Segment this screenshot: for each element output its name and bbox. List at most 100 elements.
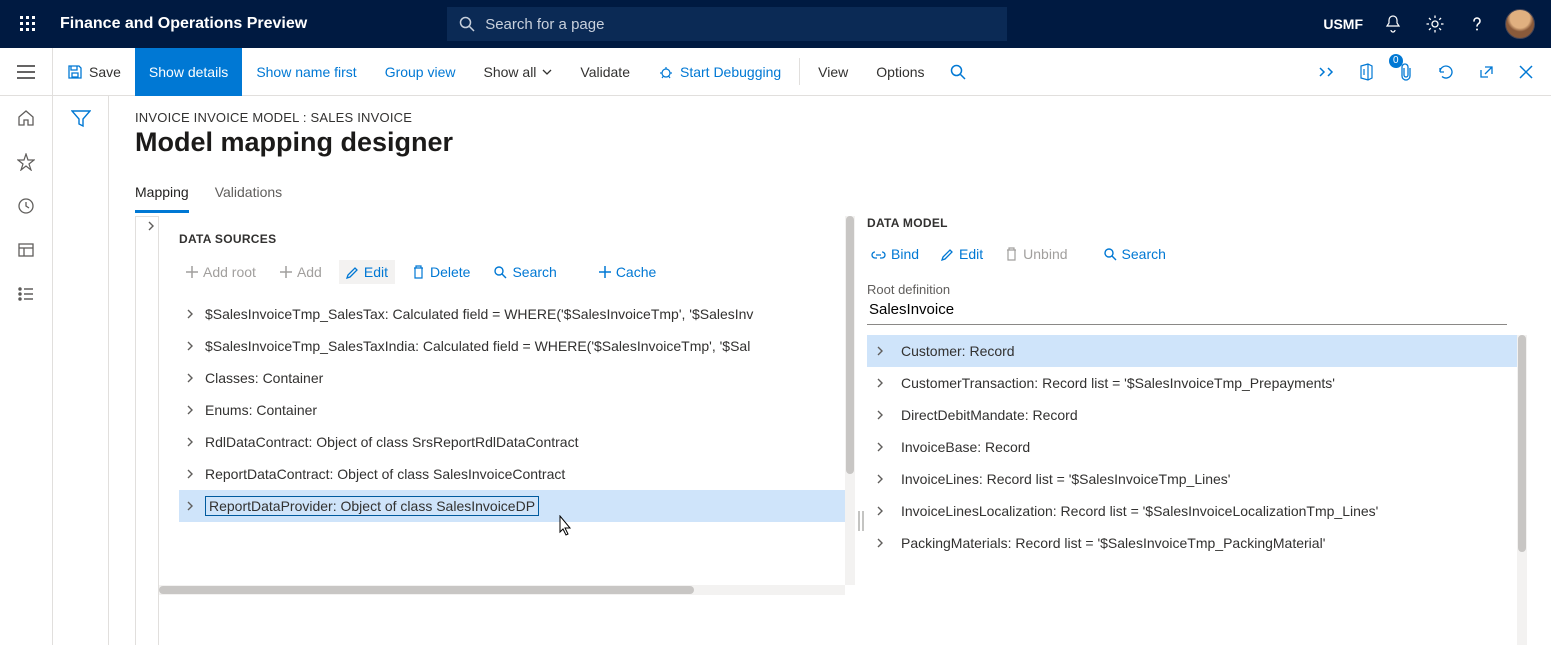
add-root-label: Add root [203,264,256,280]
global-search[interactable] [447,7,1007,41]
dm-edit-button[interactable]: Edit [937,242,987,266]
cmd-search-button[interactable] [939,48,977,96]
start-debugging-button[interactable]: Start Debugging [644,48,795,96]
data-source-row[interactable]: ReportDataProvider: Object of class Sale… [179,490,855,522]
rail-recent[interactable] [4,184,48,228]
data-source-label: RdlDataContract: Object of class SrsRepo… [205,434,578,450]
user-avatar[interactable] [1505,9,1535,39]
chevron-right-icon[interactable] [873,504,887,518]
group-view-button[interactable]: Group view [371,48,470,96]
tab-mapping[interactable]: Mapping [135,178,189,213]
chevron-right-icon [147,221,155,231]
chevron-right-icon[interactable] [183,403,197,417]
workspace-icon [17,241,35,259]
office-icon [1358,63,1374,81]
page-tabs: Mapping Validations [135,178,1551,212]
save-button[interactable]: Save [53,48,135,96]
options-menu[interactable]: Options [862,48,938,96]
popout-icon [1478,64,1494,80]
cmd-close-button[interactable] [1507,48,1545,96]
nav-hamburger[interactable] [0,48,53,96]
data-model-row[interactable]: DirectDebitMandate: Record [867,399,1527,431]
delete-label: Delete [430,264,470,280]
chevron-right-icon[interactable] [183,499,197,513]
cache-button[interactable]: Cache [592,260,663,284]
unbind-label: Unbind [1023,246,1067,262]
data-source-row[interactable]: RdlDataContract: Object of class SrsRepo… [179,426,855,458]
tab-validations[interactable]: Validations [215,178,282,212]
chevron-right-icon[interactable] [183,307,197,321]
app-launcher-button[interactable] [4,0,52,48]
rail-workspaces[interactable] [4,228,48,272]
cmd-link-button[interactable] [1307,48,1345,96]
data-source-label: Classes: Container [205,370,323,386]
data-model-row[interactable]: InvoiceLines: Record list = '$SalesInvoi… [867,463,1527,495]
chevron-right-icon[interactable] [873,344,887,358]
root-definition-input[interactable] [867,297,1507,325]
rail-favorites[interactable] [4,140,48,184]
save-icon [67,64,83,80]
ds-search-button[interactable]: Search [487,260,563,284]
dm-search-label: Search [1122,246,1166,262]
chevron-right-icon[interactable] [873,536,887,550]
validate-button[interactable]: Validate [566,48,644,96]
data-source-types-collapse[interactable] [135,216,159,645]
cmd-office-button[interactable] [1347,48,1385,96]
chevron-right-icon[interactable] [873,408,887,422]
data-source-row[interactable]: Classes: Container [179,362,855,394]
dm-search-button[interactable]: Search [1100,242,1170,266]
ds-horizontal-scrollbar[interactable] [159,585,845,595]
data-model-row[interactable]: InvoiceLinesLocalization: Record list = … [867,495,1527,527]
help-button[interactable] [1457,0,1497,48]
ds-vertical-scrollbar[interactable] [845,216,855,585]
chevron-right-icon[interactable] [183,435,197,449]
show-name-first-button[interactable]: Show name first [242,48,370,96]
cmd-popout-button[interactable] [1467,48,1505,96]
bind-button[interactable]: Bind [867,242,923,266]
rail-home[interactable] [4,96,48,140]
cmd-refresh-button[interactable] [1427,48,1465,96]
delete-button[interactable]: Delete [405,260,477,284]
data-model-toolbar: Bind Edit Unbind [867,242,1527,266]
validate-label: Validate [580,64,630,80]
data-model-row[interactable]: InvoiceBase: Record [867,431,1527,463]
data-model-row[interactable]: Customer: Record [867,335,1527,367]
data-model-label: InvoiceBase: Record [901,439,1030,455]
chevron-right-icon[interactable] [873,440,887,454]
save-label: Save [89,64,121,80]
environment-label[interactable]: USMF [1315,16,1371,32]
view-menu[interactable]: View [804,48,862,96]
global-search-input[interactable] [485,16,995,33]
question-icon [1468,15,1486,33]
panel-splitter[interactable] [855,216,867,645]
show-name-first-label: Show name first [256,64,356,80]
search-icon [950,64,966,80]
rail-modules[interactable] [4,272,48,316]
chevron-right-icon[interactable] [183,339,197,353]
data-source-row[interactable]: $SalesInvoiceTmp_SalesTax: Calculated fi… [179,298,855,330]
chevron-right-icon[interactable] [183,467,197,481]
cmd-attachments-button[interactable]: 0 [1387,48,1425,96]
show-all-dropdown[interactable]: Show all [470,48,567,96]
data-model-row[interactable]: CustomerTransaction: Record list = '$Sal… [867,367,1527,399]
data-source-row[interactable]: ReportDataContract: Object of class Sale… [179,458,855,490]
cache-label: Cache [616,264,656,280]
dm-vertical-scrollbar[interactable] [1517,335,1527,645]
unbind-button: Unbind [1001,242,1071,266]
command-bar: Save Show details Show name first Group … [53,48,1551,96]
data-source-row[interactable]: $SalesInvoiceTmp_SalesTaxIndia: Calculat… [179,330,855,362]
chevron-right-icon[interactable] [873,376,887,390]
gear-icon [1426,15,1444,33]
data-model-row[interactable]: PackingMaterials: Record list = '$SalesI… [867,527,1527,559]
ds-search-label: Search [512,264,556,280]
edit-button[interactable]: Edit [339,260,395,284]
data-source-row[interactable]: Enums: Container [179,394,855,426]
view-label: View [818,64,848,80]
close-icon [1519,65,1533,79]
settings-button[interactable] [1415,0,1455,48]
filter-pane-toggle[interactable] [53,96,109,645]
notifications-button[interactable] [1373,0,1413,48]
show-details-button[interactable]: Show details [135,48,242,96]
chevron-right-icon[interactable] [183,371,197,385]
chevron-right-icon[interactable] [873,472,887,486]
